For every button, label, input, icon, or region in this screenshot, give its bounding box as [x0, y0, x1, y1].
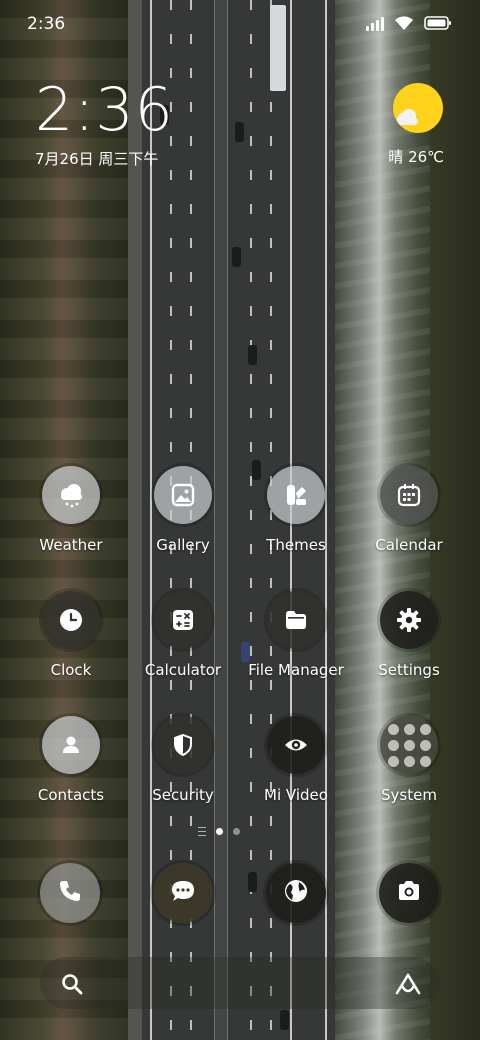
dock-messages[interactable] [153, 863, 213, 923]
dock-phone[interactable] [40, 863, 100, 923]
page-dot-active [216, 828, 223, 835]
app-weather[interactable]: Weather [16, 466, 126, 554]
app-system-folder[interactable]: System [354, 716, 464, 804]
assistant-icon[interactable] [394, 972, 422, 1000]
page-indicator[interactable] [0, 827, 480, 836]
app-label: Themes [266, 536, 326, 554]
widget-time: 2:36 [35, 75, 174, 145]
camera-icon [395, 877, 423, 909]
app-settings[interactable]: Settings [354, 591, 464, 679]
app-label: File Manager [248, 661, 344, 679]
cloud-rain-icon [42, 466, 100, 524]
app-label: Contacts [37, 786, 105, 804]
menu-lines-icon [198, 827, 206, 836]
palette-icon [267, 466, 325, 524]
clock-widget[interactable]: 2:36 7月26日 周三下午 [35, 80, 174, 169]
dock-browser[interactable] [266, 863, 326, 923]
wifi-icon [394, 15, 414, 31]
app-label: Settings [378, 661, 440, 679]
search-icon [60, 972, 84, 1000]
gear-icon [380, 591, 438, 649]
calculator-icon [154, 591, 212, 649]
phone-icon [57, 878, 83, 908]
status-icons [366, 15, 452, 31]
image-icon [154, 466, 212, 524]
app-label: Mi Video [264, 786, 328, 804]
person-icon [42, 716, 100, 774]
calendar-icon [380, 466, 438, 524]
eye-icon [267, 716, 325, 774]
folder-icon [267, 591, 325, 649]
app-themes[interactable]: Themes [241, 466, 351, 554]
app-clock[interactable]: Clock [16, 591, 126, 679]
app-contacts[interactable]: Contacts [16, 716, 126, 804]
app-gallery[interactable]: Gallery [128, 466, 238, 554]
clock-icon [42, 591, 100, 649]
app-calculator[interactable]: Calculator [128, 591, 238, 679]
app-calendar[interactable]: Calendar [354, 466, 464, 554]
app-label: Gallery [156, 536, 210, 554]
sun-cloud-icon [392, 82, 444, 134]
status-time: 2:36 [27, 14, 66, 34]
app-file-manager[interactable]: File Manager [241, 591, 351, 679]
globe-icon [282, 877, 310, 909]
signal-icon [366, 15, 384, 31]
app-label: System [381, 786, 437, 804]
widget-date: 7月26日 周三下午 [35, 150, 159, 168]
app-label: Calendar [375, 536, 443, 554]
app-label: Calculator [144, 661, 222, 679]
search-bar[interactable] [40, 957, 440, 1009]
weather-widget[interactable]: 晴 26℃ [364, 82, 444, 166]
status-bar: 2:36 [0, 0, 480, 50]
app-label: Clock [50, 661, 92, 679]
dock-camera[interactable] [379, 863, 439, 923]
shield-icon [154, 716, 212, 774]
app-mi-video[interactable]: Mi Video [241, 716, 351, 804]
app-label: Security [152, 786, 214, 804]
folder-grid-icon [380, 716, 438, 774]
app-label: Weather [39, 536, 103, 554]
chat-bubble-icon [169, 877, 197, 909]
app-security[interactable]: Security [128, 716, 238, 804]
battery-icon [424, 16, 452, 30]
page-dot [233, 828, 240, 835]
weather-text: 晴 26℃ [388, 148, 444, 166]
